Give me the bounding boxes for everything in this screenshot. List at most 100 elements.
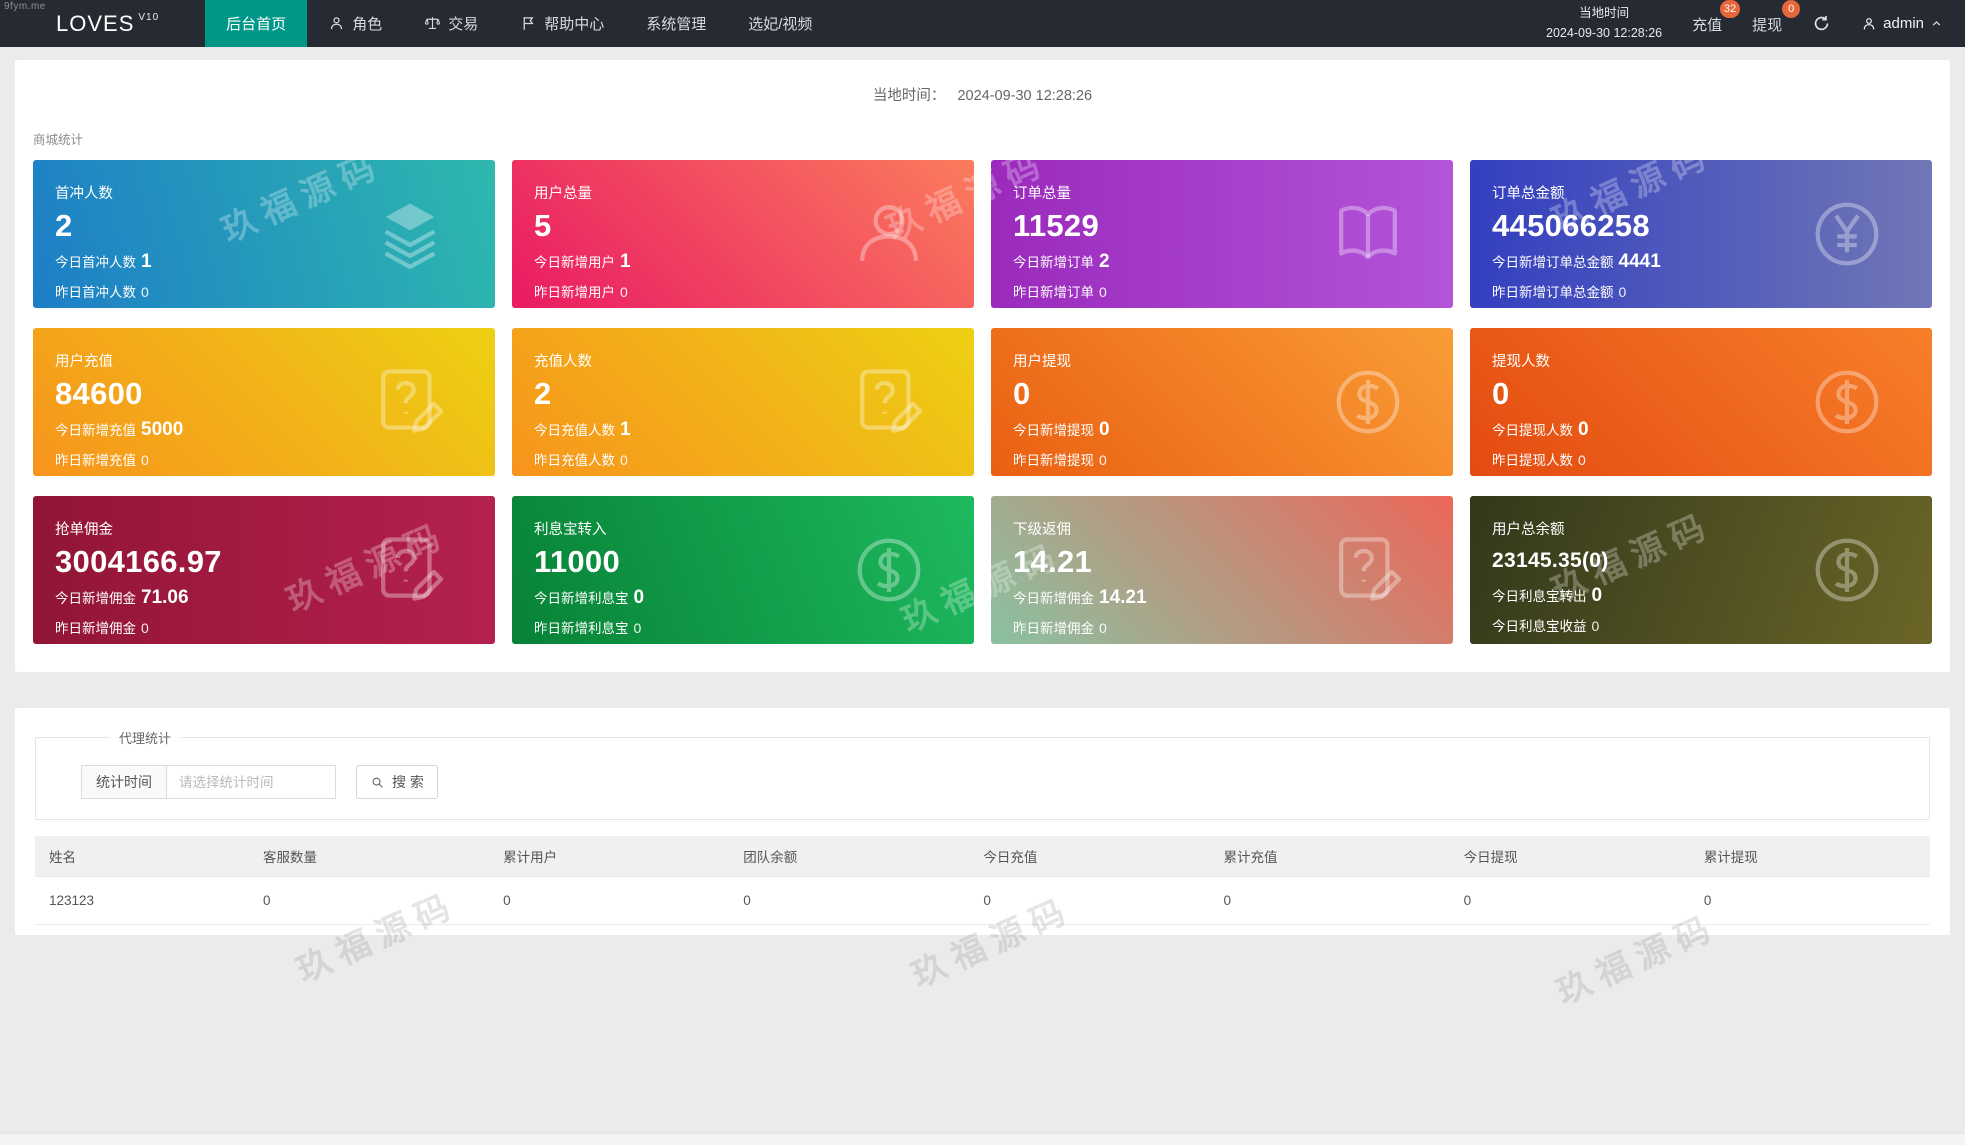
card-today-label: 今日新增利息宝 [534, 591, 629, 606]
card-yesterday-label: 昨日新增利息宝 [534, 621, 629, 636]
edit-doc-icon [850, 363, 928, 441]
card-yesterday-value: 0 [141, 620, 149, 636]
nav-item-label: 后台首页 [226, 16, 287, 33]
table-cell: 0 [1209, 876, 1450, 925]
nav-item-label: 系统管理 [646, 16, 707, 33]
dollar-icon [1329, 363, 1407, 441]
card-yesterday-value: 0 [620, 284, 628, 300]
card-yesterday-value: 0 [1099, 284, 1107, 300]
card-yesterday-value: 0 [1099, 452, 1107, 468]
user-menu[interactable]: admin [1861, 15, 1943, 32]
card-yesterday-value: 0 [633, 620, 642, 636]
navbar-local-time: 当地时间 2024-09-30 12:28:26 [1546, 4, 1662, 43]
refresh-icon[interactable] [1812, 14, 1831, 33]
recharge-label: 充值 [1692, 17, 1723, 34]
card-today-value: 14.21 [1099, 587, 1147, 608]
yen-icon [1808, 195, 1886, 273]
card-yesterday-label: 昨日充值人数 [534, 453, 615, 468]
recharge-nav-item[interactable]: 充值 32 [1692, 0, 1741, 35]
stat-card: 充值人数 2 今日充值人数 1 昨日充值人数 0 [512, 328, 974, 476]
table-row: 123123 0 0 0 0 0 0 0 [35, 876, 1930, 925]
card-today-value: 5000 [141, 419, 184, 440]
horizontal-scrollbar[interactable] [0, 1133, 1965, 1145]
card-today-label: 今日利息宝转出 [1492, 589, 1587, 604]
stat-card: 下级返佣 14.21 今日新增佣金 14.21 昨日新增佣金 0 [991, 496, 1453, 644]
card-today-label: 今日提现人数 [1492, 423, 1573, 438]
stat-card: 抢单佣金 3004166.97 今日新增佣金 71.06 昨日新增佣金 0 [33, 496, 495, 644]
nav-item-2[interactable]: 交易 [403, 0, 499, 47]
local-time-line: 当地时间： 2024-09-30 12:28:26 [15, 60, 1950, 105]
card-yesterday-value: 0 [1099, 620, 1107, 636]
card-today-label: 今日首冲人数 [55, 255, 136, 270]
card-today-label: 今日充值人数 [534, 423, 615, 438]
table-cell: 0 [1689, 876, 1930, 925]
table-cell: 0 [1449, 876, 1690, 925]
site-watermark: 9fym.me [4, 1, 46, 12]
edit-doc-icon [371, 531, 449, 609]
user-icon [850, 195, 928, 273]
nav-item-3[interactable]: 帮助中心 [499, 0, 625, 47]
filter-label: 统计时间 [81, 765, 166, 799]
dollar-icon [1808, 531, 1886, 609]
app-logo-version: V10 [138, 12, 160, 23]
card-today-label: 今日新增用户 [534, 255, 615, 270]
withdraw-label: 提现 [1752, 17, 1783, 34]
table-header-cell: 团队余额 [729, 836, 970, 877]
card-today-value: 0 [1578, 419, 1589, 440]
card-yesterday-label: 昨日新增提现 [1013, 453, 1094, 468]
card-today-value: 0 [1099, 419, 1110, 440]
table-header-cell: 客服数量 [248, 836, 490, 877]
navbar-local-time-label: 当地时间 [1579, 6, 1630, 21]
table-cell: 123123 [35, 876, 249, 925]
nav-item-4[interactable]: 系统管理 [625, 0, 727, 47]
stat-card: 首冲人数 2 今日首冲人数 1 昨日首冲人数 0 [33, 160, 495, 308]
card-yesterday-value: 0 [141, 284, 149, 300]
stat-card: 利息宝转入 11000 今日新增利息宝 0 昨日新增利息宝 0 [512, 496, 974, 644]
search-icon [370, 775, 385, 790]
card-yesterday-label: 今日利息宝收益 [1492, 619, 1587, 634]
nav-item-label: 交易 [448, 16, 479, 33]
nav-item-label: 选妃/视频 [748, 16, 813, 33]
layers-icon [371, 195, 449, 273]
card-today-value: 2 [1099, 251, 1110, 272]
navbar-right: 当地时间 2024-09-30 12:28:26 充值 32 提现 0 admi… [1546, 0, 1965, 47]
nav-item-0[interactable]: 后台首页 [205, 0, 308, 47]
table-header-cell: 今日充值 [969, 836, 1210, 877]
book-icon [1329, 195, 1407, 273]
section-title: 商城统计 [33, 133, 84, 147]
local-time-line-label: 当地时间： [872, 88, 946, 104]
recharge-badge: 32 [1719, 0, 1741, 18]
card-today-label: 今日新增佣金 [1013, 591, 1094, 606]
search-button[interactable]: 搜 索 [356, 765, 438, 799]
stat-card: 用户总余额 23145.35(0) 今日利息宝转出 0 今日利息宝收益 0 [1470, 496, 1932, 644]
table-header-cell: 累计充值 [1209, 836, 1450, 877]
stat-card: 订单总量 11529 今日新增订单 2 昨日新增订单 0 [991, 160, 1453, 308]
agent-fieldset: 代理统计 统计时间 搜 索 [35, 728, 1930, 820]
table-header-cell: 姓名 [35, 836, 249, 877]
stats-panel: 当地时间： 2024-09-30 12:28:26 商城统计 首冲人数 2 今日首冲… [15, 60, 1950, 672]
card-yesterday-label: 昨日新增充值 [55, 453, 136, 468]
local-time-line-value: 2024-09-30 12:28:26 [957, 88, 1093, 104]
flag-icon [520, 15, 537, 32]
card-yesterday-value: 0 [620, 452, 628, 468]
table-header-cell: 累计提现 [1689, 836, 1930, 877]
dollar-icon [1808, 363, 1886, 441]
card-yesterday-label: 昨日提现人数 [1492, 453, 1573, 468]
card-today-value: 71.06 [141, 587, 189, 608]
agent-legend: 代理统计 [119, 731, 172, 746]
table-header-cell: 累计用户 [489, 836, 730, 877]
withdraw-nav-item[interactable]: 提现 0 [1752, 0, 1801, 35]
card-yesterday-value: 0 [1591, 618, 1600, 634]
card-today-label: 今日新增订单 [1013, 255, 1094, 270]
card-today-label: 今日新增提现 [1013, 423, 1094, 438]
user-name: admin [1883, 15, 1924, 32]
stat-time-input[interactable] [166, 765, 336, 799]
nav-item-1[interactable]: 角色 [307, 0, 403, 47]
table-cell: 0 [969, 876, 1210, 925]
nav-item-5[interactable]: 选妃/视频 [727, 0, 833, 47]
stat-card: 提现人数 0 今日提现人数 0 昨日提现人数 0 [1470, 328, 1932, 476]
filter-row: 统计时间 搜 索 [81, 765, 1884, 799]
navbar-local-time-value: 2024-09-30 12:28:26 [1546, 25, 1663, 40]
edit-doc-icon [1329, 531, 1407, 609]
edit-doc-icon [371, 363, 449, 441]
